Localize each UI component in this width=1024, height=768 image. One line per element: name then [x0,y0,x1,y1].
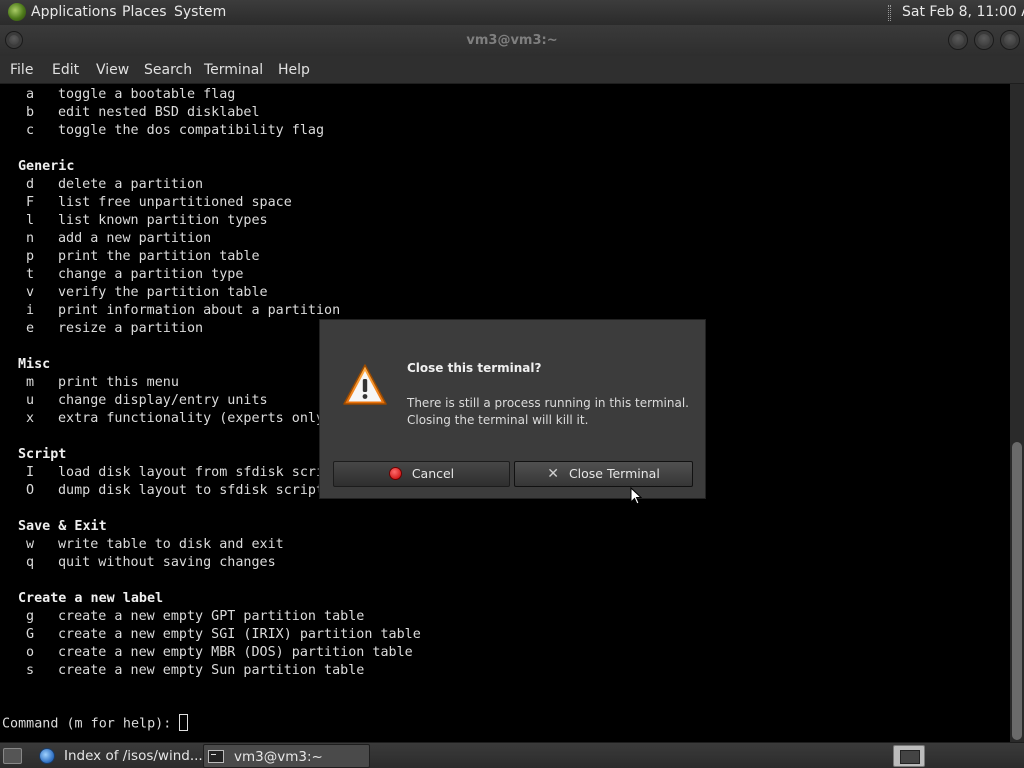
system-menu[interactable]: System [174,0,226,25]
command-description: list free unpartitioned space [58,195,292,210]
command-key: q [26,555,35,570]
menu-edit[interactable]: Edit [52,56,79,84]
close-terminal-button-label: Close Terminal [568,466,660,481]
close-terminal-dialog: Close this terminal? There is still a pr… [319,319,706,499]
command-description: edit nested BSD disklabel [58,105,260,120]
menu-view[interactable]: View [96,56,129,84]
command-key: F [26,195,35,210]
prompt-text: Command (m for help): [2,716,180,732]
command-key: b [26,105,35,120]
command-key: p [26,249,35,264]
command-key: s [26,663,35,678]
menubar: File Edit View Search Terminal Help [0,56,1024,84]
text-cursor [179,714,189,731]
terminal-icon [208,750,224,763]
taskbar-item-browser[interactable]: Index of /isos/wind... [34,744,203,768]
command-key: i [26,303,35,318]
close-icon: ✕ [547,466,559,482]
distro-logo-icon [8,2,26,21]
command-description: add a new partition [58,231,212,246]
command-key: g [26,609,35,624]
command-description: print information about a partition [58,303,341,318]
command-description: resize a partition [58,321,204,336]
command-description: print this menu [58,375,179,390]
bottom-panel: Index of /isos/wind... vm3@vm3:~ [0,742,1024,768]
command-key: d [26,177,35,192]
command-key: m [26,375,35,390]
cancel-button[interactable]: Cancel [333,461,510,487]
command-key: e [26,321,35,336]
close-terminal-button[interactable]: ✕ Close Terminal [514,461,693,487]
show-desktop-button[interactable] [3,748,22,764]
applications-menu[interactable]: Applications [8,0,117,25]
maximize-button[interactable] [974,30,994,50]
section-heading: Create a new label [18,591,164,606]
window-title: vm3@vm3:~ [466,33,558,48]
command-key: a [26,87,35,102]
section-heading: Misc [18,357,51,372]
command-key: c [26,123,35,138]
menu-help[interactable]: Help [278,56,310,84]
menu-search[interactable]: Search [144,56,192,84]
mouse-pointer-icon [630,487,642,505]
command-description: create a new empty GPT partition table [58,609,365,624]
section-heading: Generic [18,159,75,174]
command-description: print the partition table [58,249,260,264]
dialog-message-line2: Closing the terminal will kill it. [407,413,589,427]
command-key: G [26,627,35,642]
stop-icon [388,467,402,480]
places-menu[interactable]: Places [122,0,167,25]
section-heading: Script [18,447,67,462]
panel-separator [888,5,891,21]
globe-icon [39,748,55,764]
command-description: quit without saving changes [58,555,276,570]
command-key: l [26,213,35,228]
terminal-scrollbar[interactable] [1010,84,1024,742]
workspace-switcher[interactable] [893,745,925,767]
taskbar-item-label: Index of /isos/wind... [64,748,203,764]
command-key: O [26,483,35,498]
window-titlebar[interactable]: vm3@vm3:~ [0,25,1024,56]
clock[interactable]: Sat Feb 8, 11:00 AM [902,0,1024,25]
cancel-button-label: Cancel [411,466,455,481]
command-description: dump disk layout to sfdisk script [58,483,325,498]
command-description: list known partition types [58,213,268,228]
taskbar-item-terminal[interactable]: vm3@vm3:~ [203,744,370,768]
dialog-message-line1: There is still a process running in this… [407,396,689,410]
command-description: load disk layout from sfdisk scri [58,465,325,480]
command-key: w [26,537,35,552]
menu-file[interactable]: File [10,56,33,84]
command-description: create a new empty Sun partition table [58,663,365,678]
command-description: extra functionality (experts only [58,411,325,426]
command-key: x [26,411,35,426]
warning-icon [343,364,387,405]
close-window-button[interactable] [1000,30,1020,50]
command-key: n [26,231,35,246]
command-description: change display/entry units [58,393,268,408]
command-description: delete a partition [58,177,204,192]
section-heading: Save & Exit [18,519,107,534]
command-description: verify the partition table [58,285,268,300]
command-description: create a new empty MBR (DOS) partition t… [58,645,413,660]
scrollbar-thumb[interactable] [1012,442,1022,740]
applications-menu-label: Applications [31,4,117,20]
command-prompt[interactable]: Command (m for help): [2,714,189,733]
dialog-title: Close this terminal? [407,361,542,375]
menu-terminal[interactable]: Terminal [204,56,263,84]
command-key: v [26,285,35,300]
command-key: I [26,465,35,480]
command-description: create a new empty SGI (IRIX) partition … [58,627,421,642]
command-description: toggle a bootable flag [58,87,236,102]
command-description: change a partition type [58,267,244,282]
command-key: o [26,645,35,660]
command-description: write table to disk and exit [58,537,284,552]
taskbar-item-label: vm3@vm3:~ [234,749,323,765]
top-panel: Applications Places System Sat Feb 8, 11… [0,0,1024,25]
command-description: toggle the dos compatibility flag [58,123,325,138]
command-key: u [26,393,35,408]
command-key: t [26,267,35,282]
minimize-button[interactable] [948,30,968,50]
